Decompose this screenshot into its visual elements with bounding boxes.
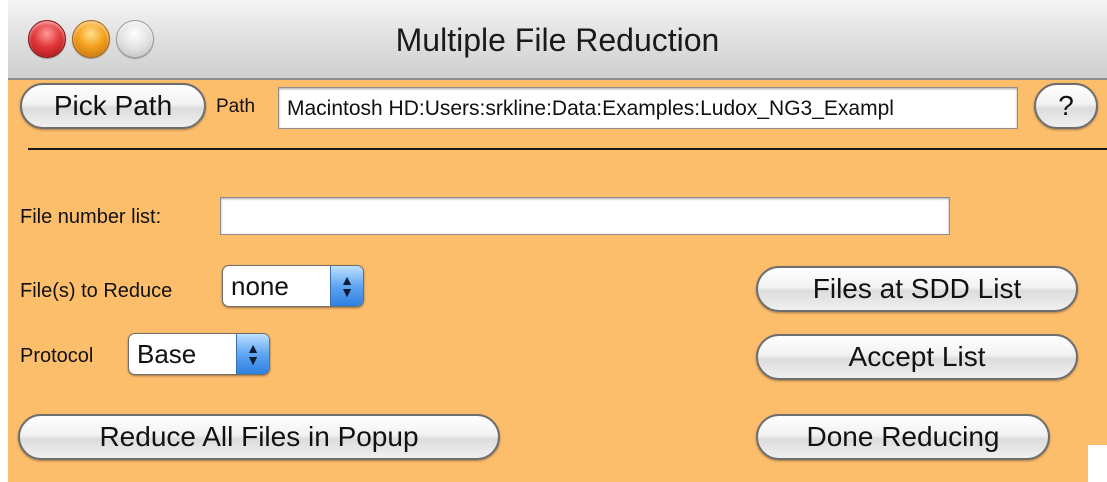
multiple-file-reduction-window: Multiple File Reduction Pick Path Path M… xyxy=(8,0,1107,482)
file-number-list-field[interactable] xyxy=(220,197,950,235)
files-to-reduce-popup[interactable]: none ▲ ▼ xyxy=(222,265,364,307)
window-title: Multiple File Reduction xyxy=(395,22,720,58)
help-button[interactable]: ? xyxy=(1034,83,1098,129)
files-at-sdd-list-button[interactable]: Files at SDD List xyxy=(756,266,1078,312)
section-divider xyxy=(28,148,1107,150)
reduce-all-files-button[interactable]: Reduce All Files in Popup xyxy=(18,414,500,460)
title-bar[interactable]: Multiple File Reduction xyxy=(8,0,1107,80)
protocol-popup[interactable]: Base ▲ ▼ xyxy=(128,333,270,375)
files-to-reduce-label: File(s) to Reduce xyxy=(20,280,173,302)
protocol-value: Base xyxy=(137,339,197,369)
protocol-label: Protocol xyxy=(20,345,94,367)
accept-list-button[interactable]: Accept List xyxy=(756,334,1078,380)
done-reducing-button[interactable]: Done Reducing xyxy=(756,414,1050,460)
popup-arrows-icon: ▲ ▼ xyxy=(330,266,363,306)
window-corner xyxy=(1088,445,1107,482)
file-number-list-label: File number list: xyxy=(20,206,162,228)
path-label: Path xyxy=(216,96,256,117)
pick-path-button[interactable]: Pick Path xyxy=(20,83,206,129)
popup-arrows-icon: ▲ ▼ xyxy=(236,334,269,374)
files-to-reduce-value: none xyxy=(231,271,289,301)
path-field[interactable]: Macintosh HD:Users:srkline:Data:Examples… xyxy=(278,87,1018,129)
